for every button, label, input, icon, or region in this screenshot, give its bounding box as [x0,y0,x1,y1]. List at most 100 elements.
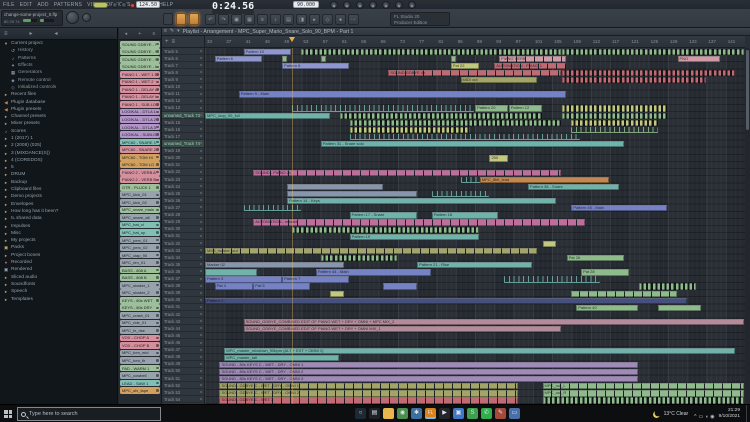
track-mute-led[interactable] [200,256,202,258]
channel-button[interactable]: MPC60 - SNARE 2 [120,146,160,153]
playlist-clip[interactable]: MPC_master_mixdown_90bpm (ALT + EXT + OM… [224,348,734,354]
channel-button[interactable]: VOX - CHOP B [120,342,160,349]
playlist-clip[interactable] [571,120,657,126]
playlist-snap-icon[interactable]: ▾ [177,28,180,35]
playlist-clip[interactable]: Pattern 1 [205,298,687,304]
channel-button[interactable]: MPC_perc_02 [120,244,160,251]
playlist-clip[interactable]: MPC_out_R [543,390,745,396]
browser-item-misc[interactable]: ▸Misc [0,230,117,237]
loop-mode-button[interactable] [189,13,199,25]
track-header[interactable]: Track 40 [162,297,204,304]
browser-item-project-bones[interactable]: ▸Project bones [0,252,117,259]
track-mute-led[interactable] [200,157,202,159]
playlist-clip[interactable]: SOUND - PIANO 2x [253,170,561,176]
channel-button[interactable]: MPC_rim_01 [120,259,160,266]
browser-item-plugin-presets[interactable]: ◀Plugin presets [0,106,117,113]
playlist-clip[interactable] [350,127,470,133]
channel-button[interactable]: MPC60 - SNARE 1 [120,139,160,146]
channel-mute-led[interactable] [156,216,159,219]
channel-mute-led[interactable] [156,81,159,84]
channel-button[interactable]: MPC_clap_90 [120,252,160,259]
playlist-clip[interactable] [321,255,398,261]
playlist-clip[interactable] [205,269,257,275]
playlist-clip[interactable]: Pattern 20 [475,105,508,111]
track-header[interactable]: unnamed_Track 73 [162,112,204,119]
playlist-clip[interactable] [330,291,344,297]
playlist-clip[interactable]: AUTOMATION - master [253,219,585,225]
render-icon[interactable]: ▦ [244,14,255,25]
redo-icon[interactable]: ↷ [218,14,229,25]
channel-mute-led[interactable] [156,126,159,129]
playlist-clip[interactable] [340,113,542,119]
track-header[interactable]: Track 6 [162,55,204,62]
playlist-clip[interactable]: SOUND - GDBYE C - WET 3 [219,397,517,403]
channel-mute-led[interactable] [156,261,159,264]
track-mute-led[interactable] [200,206,202,208]
track-header[interactable]: Track 31 [162,233,204,240]
whatsapp-icon[interactable]: ✆ [481,408,492,419]
playlist-clip[interactable]: Pat 4 [215,283,253,289]
taskbar-clock[interactable]: 21:29 9/10/2021 [719,408,740,420]
browser-item-history[interactable]: ↺History [0,47,117,54]
track-mute-led[interactable] [200,214,202,216]
track-mute-led[interactable] [200,349,202,351]
options-icon[interactable]: ⋯ [348,14,359,25]
track-header[interactable]: Track 36 [162,268,204,275]
channel-mute-led[interactable] [156,276,159,279]
track-mute-led[interactable] [200,93,202,95]
channel-mute-led[interactable] [156,224,159,227]
browser-item-4-coredos-[interactable]: ▸4 (COREDOS) [0,157,117,164]
countdown-icon[interactable]: ◉ [356,1,364,9]
browser-item-effects[interactable]: ✦Effects [0,62,117,69]
channel-mute-led[interactable] [156,382,159,385]
playhead-marker[interactable] [289,37,295,42]
track-header[interactable]: Track 51 [162,375,204,382]
browser-item-channel-presets[interactable]: ▸Channel presets [0,113,117,120]
playlist-clip[interactable] [350,120,562,126]
track-options-icon[interactable]: ≡ [172,39,176,45]
chrome-icon[interactable]: ◉ [397,408,408,419]
playlist-clip[interactable]: Marker 02 [205,262,344,268]
channel-button[interactable]: PIANO 2 - VERB B [120,176,160,183]
timeline-ruler[interactable]: 3337414549535761656973778185899397101105… [205,36,745,48]
piano-roll-icon[interactable]: ♪ [270,14,281,25]
track-mute-led[interactable] [200,185,202,187]
track-mute-led[interactable] [200,57,202,59]
playlist-clip[interactable]: Pattern 3 [205,276,282,282]
track-header[interactable]: Track 28 [162,212,204,219]
browser-item-packs[interactable]: ▣Packs [0,244,117,251]
track-mute-led[interactable] [200,78,202,80]
playlist-clip[interactable] [350,134,581,140]
typing-keyboard-icon[interactable]: ◉ [395,1,403,9]
track-header[interactable]: Track 44 [162,325,204,332]
browser-item-demo-projects[interactable]: ▸Demo projects [0,193,117,200]
channel-button[interactable]: MPC_snare_alt [120,214,160,221]
tray-volume-icon[interactable]: ◖ [705,414,708,420]
track-header[interactable]: Track 32 [162,240,204,247]
record-button[interactable] [130,3,135,8]
channel-button[interactable]: SOUND GDBYE - WET 1 [120,41,160,48]
playlist-clip[interactable]: Pattern 45 - Main [571,205,667,211]
channel-button[interactable]: BASS - 808 B [120,274,160,281]
playlist-clip[interactable]: Pattern 18 [432,212,499,218]
track-mute-led[interactable] [200,299,202,301]
channel-button[interactable]: VOX - CHOP A [120,335,160,342]
playlist-clip[interactable]: Pattern 14 - Keys [287,198,556,204]
playlist-clip[interactable]: Pattern 19 [350,234,480,240]
channel-button[interactable]: MPC_perc_01 [120,237,160,244]
track-header[interactable]: Track 26 [162,197,204,204]
browser-item-how-long-has-it-been-[interactable]: ▸How long has it been? [0,208,117,215]
menu-add[interactable]: ADD [37,2,48,8]
playlist-clip[interactable]: MPC_8bit_lead [480,177,610,183]
menu-edit[interactable]: EDIT [20,2,33,8]
time-display[interactable]: 0:24.56 [212,0,254,14]
browser-item-3-mixdance-s-[interactable]: ▸3 (MIXDANCE(S)) [0,149,117,156]
browser-tab-files-icon[interactable]: ▸ [30,30,33,37]
track-header[interactable]: Track 42 [162,311,204,318]
settings-gear-icon[interactable]: ✱ [411,408,422,419]
track-header[interactable]: Track 13 [162,105,204,112]
track-mute-led[interactable] [200,334,202,336]
track-mute-led[interactable] [200,178,202,180]
channel-button[interactable]: MPC_hat_cl [120,222,160,229]
playlist-clip[interactable]: Pat 22 [451,63,479,69]
